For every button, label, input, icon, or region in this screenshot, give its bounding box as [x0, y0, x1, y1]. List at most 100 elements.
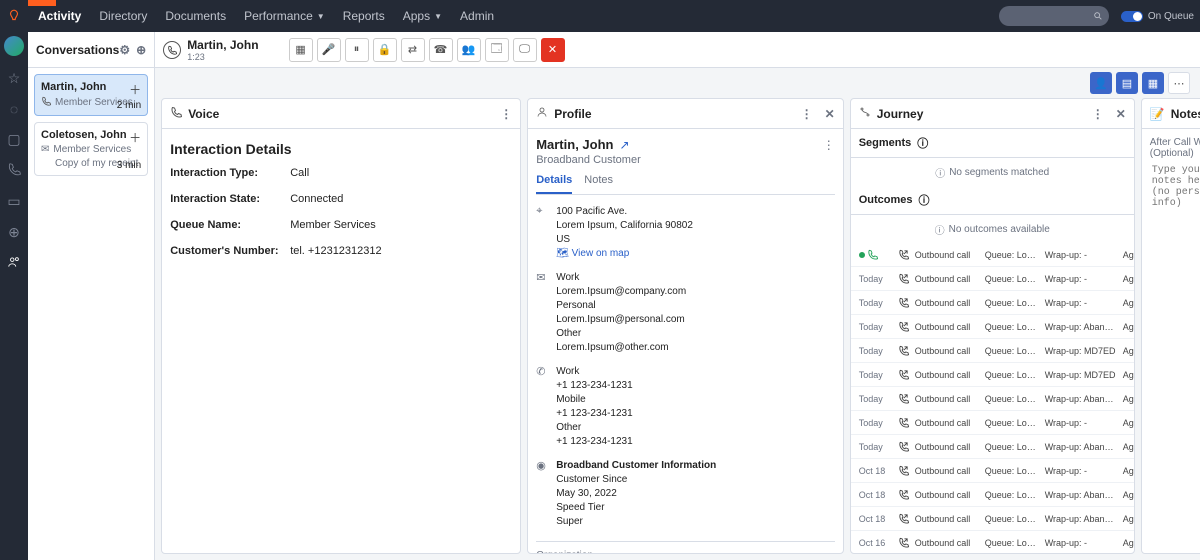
mic-icon[interactable]: 🎤 [317, 38, 341, 62]
consult-icon[interactable]: ☎ [429, 38, 453, 62]
tab-notes[interactable]: Notes [584, 174, 613, 194]
plus-icon[interactable]: ＋ [129, 129, 141, 146]
journey-row[interactable]: Oct 18Outbound callQueue: Lo…Wrap-up: Ab… [851, 483, 1134, 507]
detail-label: Interaction Type: [170, 167, 290, 179]
journey-row[interactable]: TodayOutbound callQueue: Lo…Wrap-up: Aba… [851, 387, 1134, 411]
gear-icon[interactable]: ⚙ [119, 43, 130, 57]
info-dot-icon: ◉ [536, 459, 550, 529]
open-profile-icon[interactable]: ↗ [619, 138, 629, 152]
journey-row[interactable]: TodayOutbound callQueue: Lo…Wrap-up: Aba… [851, 435, 1134, 459]
bb-tier-label: Speed Tier [556, 501, 716, 515]
video-icon[interactable]: ▢ [7, 131, 20, 148]
cobrowse-icon[interactable]: 🗔 [485, 38, 509, 62]
journey-type: Outbound call [915, 346, 981, 356]
nav-item-reports[interactable]: Reports [343, 9, 385, 23]
nav-item-apps[interactable]: Apps▼ [403, 9, 442, 23]
journey-panel: Journey ⋮ ✕ Segments No segments matched… [850, 98, 1135, 554]
more-panels-button[interactable]: ⋯ [1168, 72, 1190, 94]
journey-agent: Agent: Lorem Ipsum [1123, 250, 1134, 260]
phone-icon[interactable] [7, 162, 21, 179]
profile-name: Martin, John [536, 137, 613, 152]
outcomes-label: Outcomes [859, 194, 913, 206]
keypad-icon[interactable]: ▦ [289, 38, 313, 62]
journey-icon [859, 106, 871, 121]
brand-logo[interactable] [0, 0, 28, 32]
journey-row[interactable]: TodayOutbound callQueue: Lo…Wrap-up: -Ag… [851, 291, 1134, 315]
conference-icon[interactable]: 👥 [457, 38, 481, 62]
notes-icon: 📝 [1150, 107, 1165, 121]
transfer-icon[interactable]: ⇄ [401, 38, 425, 62]
journey-row[interactable]: Oct 18Outbound callQueue: Lo…Wrap-up: -A… [851, 459, 1134, 483]
journey-row[interactable]: TodayOutbound callQueue: Lo…Wrap-up: Aba… [851, 315, 1134, 339]
screen-share-icon[interactable]: 🖵 [513, 38, 537, 62]
globe-icon[interactable]: ⊕ [8, 224, 20, 241]
plus-icon[interactable]: ＋ [129, 81, 141, 98]
nav-item-admin[interactable]: Admin [460, 9, 494, 23]
journey-panel-title: Journey [877, 107, 924, 121]
close-icon[interactable]: ✕ [825, 107, 835, 121]
journey-agent: Agent: Lorem Ipsum [1123, 394, 1134, 404]
nav-item-directory[interactable]: Directory [99, 9, 147, 23]
contact-value: Lorem.Ipsum@other.com [556, 341, 686, 355]
info-icon[interactable] [918, 192, 929, 208]
tab-details[interactable]: Details [536, 174, 572, 194]
conversation-card[interactable]: Martin, JohnMember Services2 min＋ [34, 74, 148, 116]
secure-icon[interactable]: 🔒 [373, 38, 397, 62]
journey-agent: Agent: Lorem Ipsum [1123, 490, 1134, 500]
journey-day: Today [859, 418, 893, 428]
add-person-icon[interactable]: ⊕ [136, 43, 146, 57]
journey-row[interactable]: Oct 18Outbound callQueue: Lo…Wrap-up: Ab… [851, 507, 1134, 531]
call-bar: Martin, John 1:23 ▦🎤⏸🔒⇄☎👥🗔🖵✕ [155, 32, 1200, 68]
global-search[interactable] [999, 6, 1109, 26]
journey-row[interactable]: Outbound callQueue: Lo…Wrap-up: -Agent: … [851, 243, 1134, 267]
avatar[interactable] [4, 36, 24, 56]
window-icon[interactable]: ▭ [7, 193, 20, 210]
journey-type: Outbound call [915, 322, 981, 332]
journey-row[interactable]: TodayOutbound callQueue: Lo…Wrap-up: MD7… [851, 339, 1134, 363]
nav-item-activity[interactable]: Activity [38, 9, 81, 23]
address-city: Lorem Ipsum, California 90802 [556, 219, 693, 233]
script-toggle-button[interactable]: ▤ [1116, 72, 1138, 94]
notes-textarea[interactable] [1150, 163, 1200, 223]
on-queue-toggle[interactable]: On Queue [1121, 11, 1194, 22]
conversation-card[interactable]: Coletosen, John✉Member ServicesCopy of m… [34, 122, 148, 176]
journey-row[interactable]: Oct 16Outbound callQueue: Lo…Wrap-up: -A… [851, 531, 1134, 553]
more-icon[interactable]: ⋮ [1092, 107, 1104, 121]
notes-panel-title: Notes [1171, 107, 1200, 121]
journey-queue: Queue: Lo… [985, 490, 1041, 500]
journey-row[interactable]: TodayOutbound callQueue: Lo…Wrap-up: -Ag… [851, 267, 1134, 291]
segments-empty: No segments matched [851, 158, 1134, 186]
nav-item-documents[interactable]: Documents [165, 9, 226, 23]
contact-value: +1 123-234-1231 [556, 435, 632, 449]
hold-icon[interactable]: ⏸ [345, 38, 369, 62]
journey-queue: Queue: Lo… [985, 250, 1041, 260]
info-icon[interactable] [917, 135, 928, 151]
profile-more-icon[interactable]: ⋮ [823, 138, 835, 152]
call-bar-duration: 1:23 [187, 52, 258, 62]
nav-item-performance[interactable]: Performance▼ [244, 9, 325, 23]
end-call-icon[interactable]: ✕ [541, 38, 565, 62]
journey-row[interactable]: TodayOutbound callQueue: Lo…Wrap-up: MD7… [851, 363, 1134, 387]
location-icon: ⌖ [536, 205, 550, 261]
contact-value: +1 123-234-1231 [556, 407, 632, 421]
close-icon[interactable]: ✕ [1116, 107, 1126, 121]
view-on-map-link[interactable]: 🗺 View on map [556, 247, 693, 261]
outbound-icon [897, 417, 911, 428]
journey-queue: Queue: Lo… [985, 346, 1041, 356]
more-icon[interactable]: ⋮ [500, 107, 512, 121]
chat-icon[interactable]: ◌ [10, 101, 18, 117]
toggle-icon [1121, 11, 1143, 22]
journey-row[interactable]: TodayOutbound callQueue: Lo…Wrap-up: -Ag… [851, 411, 1134, 435]
notes-toggle-button[interactable]: ▦ [1142, 72, 1164, 94]
profile-subtitle: Broadband Customer [536, 154, 835, 166]
journey-wrap: Wrap-up: - [1045, 466, 1119, 476]
journey-day: Today [859, 370, 893, 380]
more-icon[interactable]: ⋮ [801, 107, 813, 121]
voice-panel-title: Voice [188, 107, 219, 121]
profile-toggle-button[interactable]: 👤 [1090, 72, 1112, 94]
journey-wrap: Wrap-up: Aban… [1045, 490, 1119, 500]
star-icon[interactable]: ☆ [8, 70, 21, 87]
notes-panel: 📝 Notes After Call Work (Optional) [1141, 98, 1200, 554]
journey-agent: Agent: Lorem Ipsum [1123, 346, 1134, 356]
people-icon[interactable] [7, 255, 21, 272]
